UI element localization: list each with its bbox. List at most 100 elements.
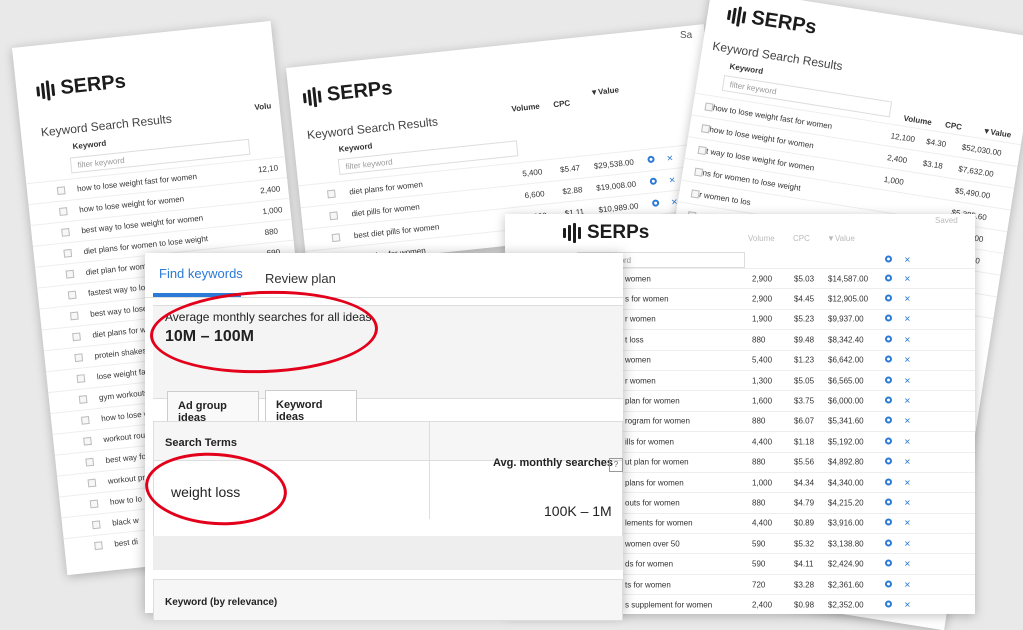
row-checkbox[interactable] xyxy=(326,189,336,198)
row-checkbox[interactable] xyxy=(89,499,99,509)
row-checkbox[interactable] xyxy=(72,332,81,342)
tab-keyword-ideas[interactable]: Keyword ideas xyxy=(265,390,357,423)
row-checkbox[interactable] xyxy=(80,415,90,425)
row-checkbox[interactable] xyxy=(87,478,97,488)
add-icon[interactable] xyxy=(885,437,892,446)
keyword-cell: workout routi xyxy=(102,430,150,445)
row-checkbox[interactable] xyxy=(78,395,88,404)
volume-cell: 1,900 xyxy=(752,314,773,324)
row-checkbox[interactable] xyxy=(58,207,68,216)
add-icon[interactable] xyxy=(885,294,892,304)
tab-find-keywords[interactable]: Find keywords xyxy=(159,266,243,281)
cpc-cell: $5.56 xyxy=(794,457,815,467)
add-icon[interactable] xyxy=(885,457,892,467)
remove-icon[interactable]: ✕ xyxy=(904,356,911,365)
remove-icon[interactable]: ✕ xyxy=(904,417,911,426)
value-cell: $4,215.20 xyxy=(828,498,864,508)
row-checkbox[interactable] xyxy=(65,269,75,279)
add-icon[interactable] xyxy=(885,274,892,283)
remove-icon[interactable]: ✕ xyxy=(904,397,911,406)
remove-icon[interactable]: ✕ xyxy=(904,519,911,528)
volume-cell: 880 xyxy=(752,416,766,426)
cpc-cell: $4.34 xyxy=(794,478,815,488)
add-icon[interactable] xyxy=(885,518,892,528)
keyword-cell: ills for women xyxy=(625,437,674,447)
volume-cell: 4,400 xyxy=(752,437,773,447)
row-checkbox[interactable] xyxy=(56,186,66,196)
remove-icon[interactable]: ✕ xyxy=(904,274,911,283)
volume-cell: 880 xyxy=(752,335,766,345)
cpc-cell: $4.30 xyxy=(925,136,947,149)
serps-logo: SERPs xyxy=(302,77,394,109)
row-checkbox[interactable] xyxy=(67,290,77,300)
volume-cell: 2,900 xyxy=(752,274,773,284)
value-cell: $7,632.00 xyxy=(957,163,995,179)
add-icon[interactable] xyxy=(885,416,892,426)
tab-review-plan[interactable]: Review plan xyxy=(265,271,336,286)
row-checkbox[interactable] xyxy=(61,228,70,237)
row-checkbox[interactable] xyxy=(76,374,86,384)
row-checkbox[interactable] xyxy=(85,457,95,467)
cpc-cell: $1.18 xyxy=(794,437,815,447)
remove-icon[interactable]: ✕ xyxy=(904,478,911,487)
add-icon[interactable] xyxy=(885,314,892,324)
add-icon[interactable] xyxy=(885,255,892,265)
add-icon[interactable] xyxy=(647,154,655,165)
help-icon[interactable]: ? xyxy=(609,458,623,472)
cpc-cell: $5.03 xyxy=(794,274,815,284)
remove-icon[interactable]: ✕ xyxy=(904,376,911,385)
keyword-cell: r women xyxy=(625,314,656,324)
remove-icon[interactable]: ✕ xyxy=(904,335,911,344)
row-checkbox[interactable] xyxy=(74,353,84,363)
cpc-cell: $2.88 xyxy=(561,184,583,196)
row-checkbox[interactable] xyxy=(94,541,103,551)
value-cell: $19,008.00 xyxy=(595,179,637,193)
row-checkbox[interactable] xyxy=(69,311,79,321)
remove-icon[interactable]: ✕ xyxy=(668,175,676,185)
search-term-volume: 100K – 1M xyxy=(544,503,612,519)
add-icon[interactable] xyxy=(885,498,892,507)
add-icon[interactable] xyxy=(885,600,892,609)
tab-ad-group-ideas[interactable]: Ad group ideas xyxy=(167,391,259,424)
row-checkbox[interactable] xyxy=(63,248,73,258)
add-icon[interactable] xyxy=(885,559,892,569)
col-value: ▼Value xyxy=(589,85,620,98)
add-icon[interactable] xyxy=(885,539,892,548)
remove-icon[interactable]: ✕ xyxy=(904,600,911,609)
col-cpc: CPC xyxy=(552,98,571,110)
remove-icon[interactable]: ✕ xyxy=(904,256,911,265)
cpc-cell: $5.47 xyxy=(559,162,581,174)
add-icon[interactable] xyxy=(885,580,892,589)
serps-logo: SERPs xyxy=(35,70,127,102)
remove-icon[interactable]: ✕ xyxy=(904,315,911,324)
row-checkbox[interactable] xyxy=(329,210,339,220)
add-icon[interactable] xyxy=(885,376,892,385)
remove-icon[interactable]: ✕ xyxy=(904,580,911,589)
add-icon[interactable] xyxy=(885,355,892,365)
value-cell: $4,892.80 xyxy=(828,457,864,467)
remove-icon[interactable]: ✕ xyxy=(904,437,911,446)
remove-icon[interactable]: ✕ xyxy=(904,539,911,548)
remove-icon[interactable]: ✕ xyxy=(904,458,911,467)
volume-cell: 590 xyxy=(752,539,766,549)
remove-icon[interactable]: ✕ xyxy=(904,560,911,569)
add-icon[interactable] xyxy=(885,478,892,487)
remove-icon[interactable]: ✕ xyxy=(666,153,674,163)
keyword-cell: plan for women xyxy=(625,396,680,406)
cpc-cell: $9.48 xyxy=(794,335,815,345)
row-checkbox[interactable] xyxy=(91,520,101,530)
row-checkbox[interactable] xyxy=(331,232,341,242)
volume-cell: 1,600 xyxy=(752,396,773,406)
add-icon[interactable] xyxy=(885,396,892,406)
add-icon[interactable] xyxy=(651,198,660,209)
volume-cell: 880 xyxy=(752,498,766,508)
keyword-cell: ts for women xyxy=(625,580,671,590)
add-icon[interactable] xyxy=(885,335,892,344)
row-checkbox[interactable] xyxy=(83,436,92,446)
volume-cell: 12,10 xyxy=(257,163,279,175)
remove-icon[interactable]: ✕ xyxy=(904,295,911,304)
remove-icon[interactable]: ✕ xyxy=(904,498,911,507)
volume-cell: 2,400 xyxy=(259,184,281,196)
add-icon[interactable] xyxy=(649,176,658,187)
keyword-cell: best diet pills for women xyxy=(353,221,440,240)
